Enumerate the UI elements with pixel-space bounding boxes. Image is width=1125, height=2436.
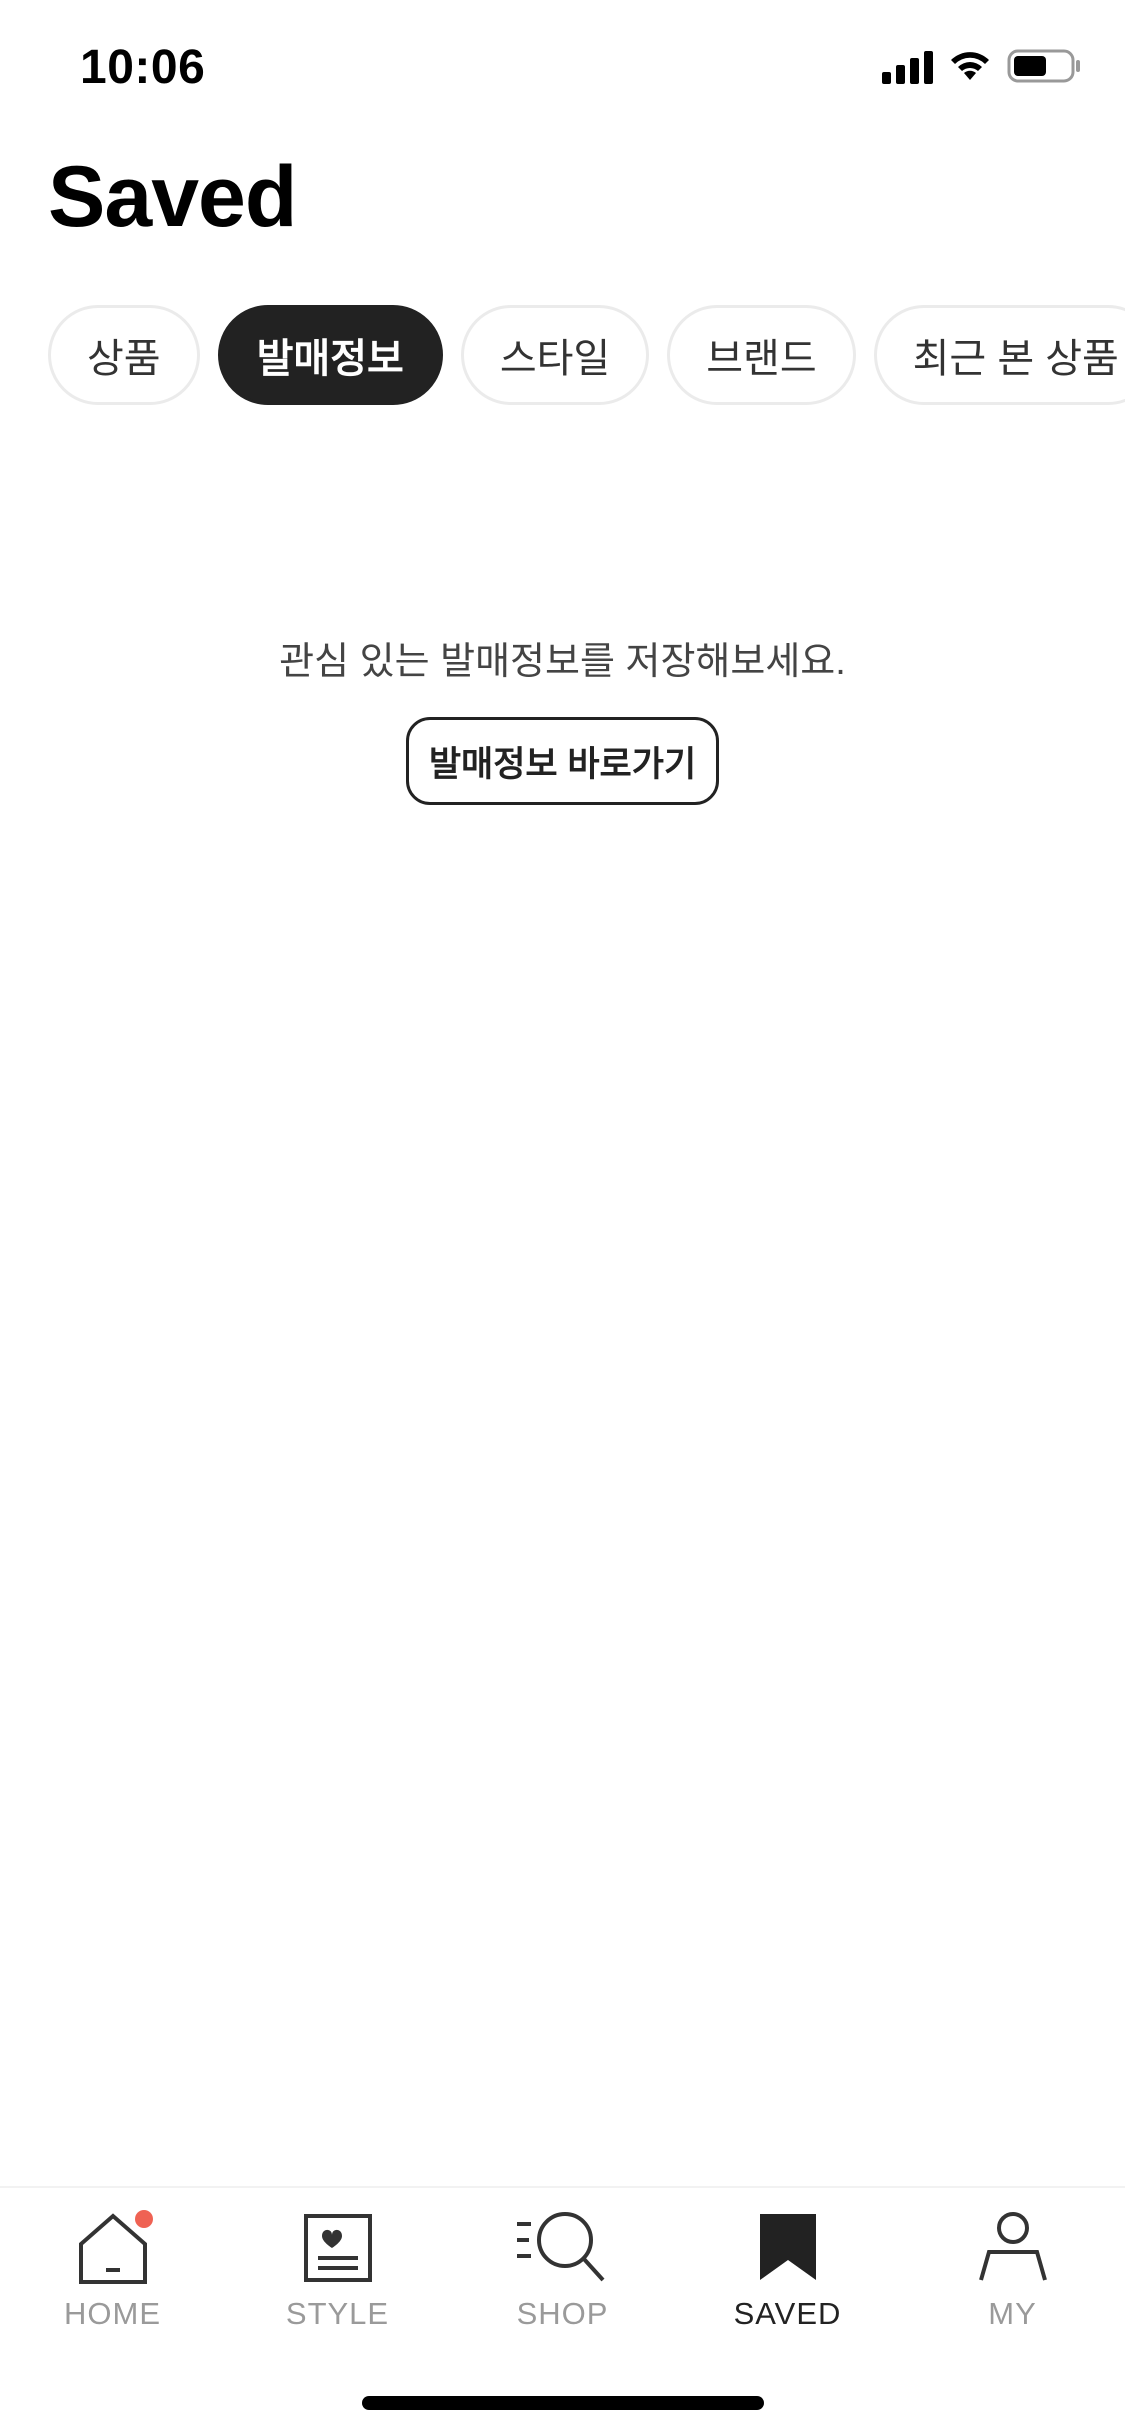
notification-badge (134, 2210, 153, 2228)
status-bar: 10:06 (0, 0, 1125, 132)
nav-label-saved: SAVED (733, 2296, 842, 2331)
cellular-signal-icon (882, 48, 933, 84)
page-title: Saved (48, 149, 297, 245)
nav-home[interactable]: HOME (0, 2208, 225, 2338)
tab-style[interactable]: 스타일 (460, 305, 650, 405)
nav-saved[interactable]: SAVED (675, 2208, 900, 2338)
nav-label-shop: SHOP (516, 2296, 609, 2331)
nav-label-my: MY (988, 2296, 1037, 2331)
tab-brand[interactable]: 브랜드 (667, 305, 856, 405)
tab-products[interactable]: 상품 (48, 305, 200, 405)
empty-state-message: 관심 있는 발매정보를 저장해보세요. (279, 641, 846, 683)
battery-icon (1007, 49, 1080, 83)
nav-shop[interactable]: SHOP (450, 2208, 675, 2338)
go-to-release-info-button[interactable]: 발매정보 바로가기 (406, 717, 719, 805)
tab-recently-viewed[interactable]: 최근 본 상품 (873, 305, 1125, 405)
home-icon (63, 2208, 163, 2288)
nav-style[interactable]: STYLE (225, 2208, 450, 2338)
nav-label-style: STYLE (285, 2296, 390, 2331)
category-tabs: 상품 발매정보 스타일 브랜드 최근 본 상품 (48, 305, 1125, 405)
nav-label-home: HOME (64, 2296, 161, 2331)
tab-release-info[interactable]: 발매정보 (217, 305, 443, 405)
status-icons (882, 48, 1081, 84)
status-time: 10:06 (80, 41, 206, 94)
nav-my[interactable]: MY (900, 2208, 1125, 2338)
bookmark-icon (738, 2208, 838, 2288)
search-icon (513, 2208, 613, 2288)
wifi-icon (951, 52, 989, 80)
person-icon (963, 2208, 1063, 2288)
home-indicator (362, 2396, 764, 2410)
style-icon (288, 2208, 388, 2288)
saved-screen: 10:06 Saved 상품 발매정보 스타일 브랜드 최근 본 상품 관심 있… (0, 0, 1125, 2436)
